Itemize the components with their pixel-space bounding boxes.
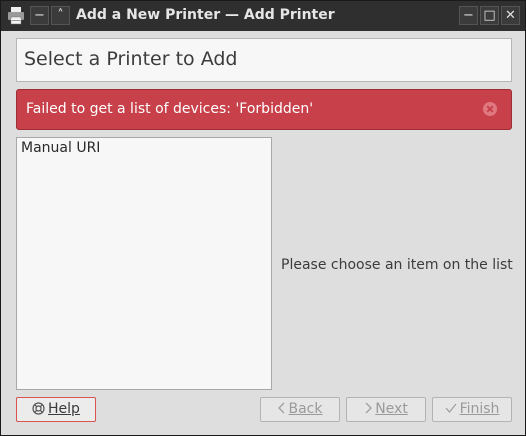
- back-label: Back: [288, 401, 323, 417]
- chevron-left-icon: [277, 398, 286, 421]
- roll-up-button[interactable]: ˄: [51, 6, 70, 25]
- page-header: Select a Printer to Add: [16, 38, 512, 82]
- checkmark-icon: [445, 398, 457, 421]
- error-message: Failed to get a list of devices: 'Forbid…: [26, 101, 314, 117]
- maximize-button[interactable]: □: [480, 6, 499, 25]
- error-banner: Failed to get a list of devices: 'Forbid…: [16, 89, 512, 130]
- window-title: Add a New Printer — Add Printer: [76, 7, 335, 23]
- page-title: Select a Printer to Add: [24, 48, 238, 70]
- close-window-button[interactable]: ✕: [501, 6, 520, 25]
- shade-button[interactable]: −: [30, 6, 49, 25]
- lifebuoy-icon: [32, 398, 45, 421]
- chevron-right-icon: [364, 398, 373, 421]
- list-item-manual-uri[interactable]: Manual URI: [21, 140, 100, 156]
- device-list[interactable]: Manual URI: [16, 137, 272, 390]
- finish-button[interactable]: Finish: [432, 397, 512, 422]
- minimize-button[interactable]: −: [459, 6, 478, 25]
- next-button[interactable]: Next: [346, 397, 426, 422]
- title-bar[interactable]: − ˄ Add a New Printer — Add Printer − □ …: [1, 1, 525, 31]
- back-button[interactable]: Back: [260, 397, 340, 422]
- help-label: Help: [48, 401, 80, 417]
- add-printer-window: − ˄ Add a New Printer — Add Printer − □ …: [0, 0, 526, 436]
- printer-icon[interactable]: [6, 6, 26, 26]
- finish-label: Finish: [459, 401, 500, 417]
- help-button[interactable]: Help: [16, 397, 96, 422]
- next-label: Next: [375, 401, 408, 417]
- selection-hint: Please choose an item on the list: [281, 257, 513, 273]
- close-icon[interactable]: [483, 102, 497, 116]
